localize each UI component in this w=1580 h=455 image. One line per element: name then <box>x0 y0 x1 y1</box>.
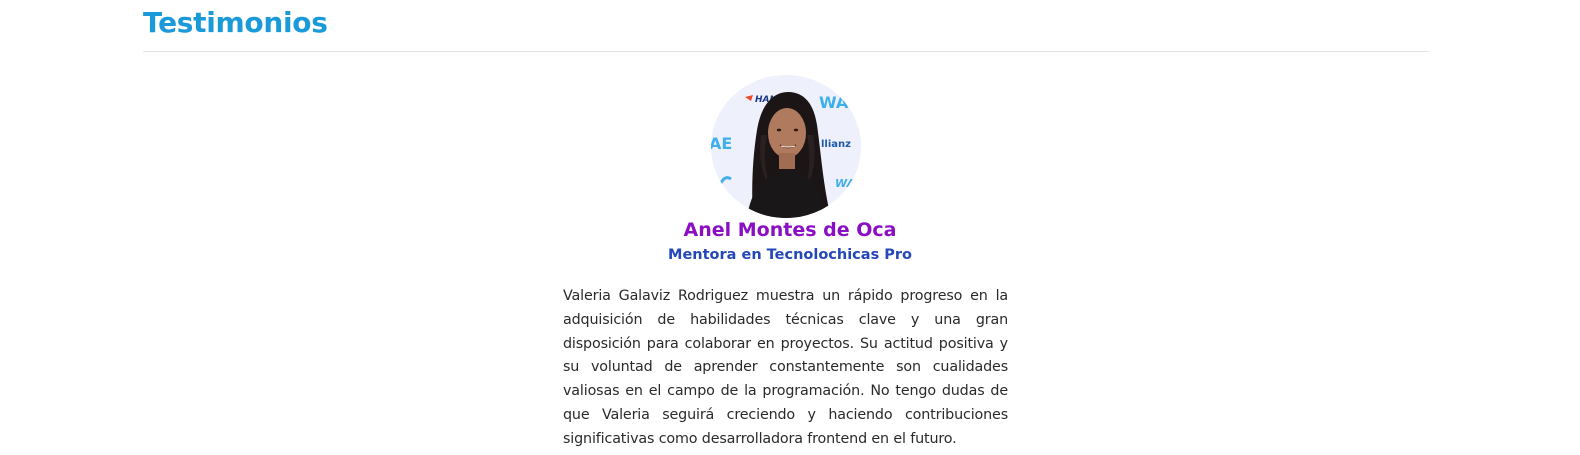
testimonial-author-role: Mentora en Tecnolochicas Pro <box>668 247 912 263</box>
svg-text:AE: AE <box>711 134 732 153</box>
svg-text:llianz: llianz <box>821 139 851 150</box>
section-divider <box>143 51 1429 52</box>
avatar-photo: HAN WA AE llianz WA <box>711 75 861 218</box>
section-title: Testimonios <box>143 6 328 39</box>
svg-text:WA: WA <box>835 177 855 190</box>
testimonials-section: Testimonios HAN WA AE llianz WA Anel Mon… <box>0 0 1580 455</box>
testimonial-quote: Valeria Galaviz Rodriguez muestra un ráp… <box>563 288 1008 447</box>
svg-text:WA: WA <box>819 93 849 112</box>
testimonial-avatar: HAN WA AE llianz WA <box>711 75 861 218</box>
testimonial-author-name: Anel Montes de Oca <box>683 219 897 241</box>
